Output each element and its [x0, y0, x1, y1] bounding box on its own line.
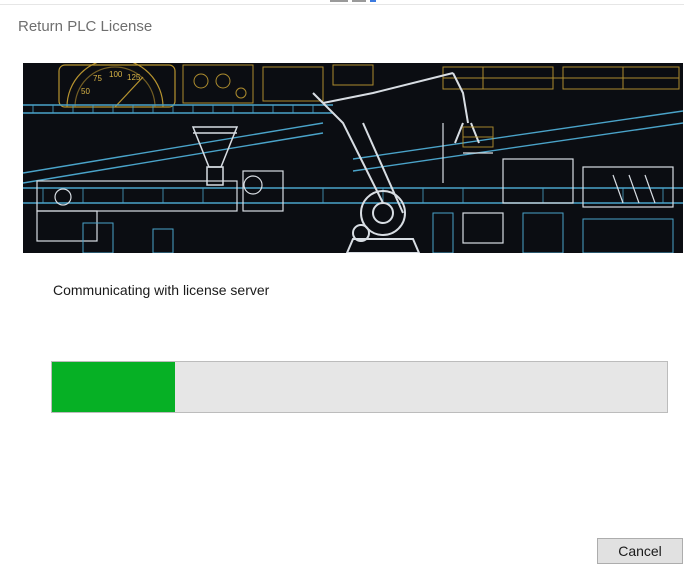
gauge-label-100: 100 [109, 70, 123, 79]
cancel-button[interactable]: Cancel [597, 538, 683, 564]
window-title: Return PLC License [18, 18, 153, 35]
progress-bar-fill [52, 362, 175, 412]
industrial-banner-image: 75 100 125 50 [23, 63, 683, 253]
status-message: Communicating with license server [53, 282, 270, 298]
window-top-edge [0, 0, 684, 5]
progress-bar [51, 361, 668, 413]
gauge-label-75: 75 [93, 74, 102, 83]
gauge-label-125: 125 [127, 73, 141, 82]
gauge-label-50: 50 [81, 87, 90, 96]
